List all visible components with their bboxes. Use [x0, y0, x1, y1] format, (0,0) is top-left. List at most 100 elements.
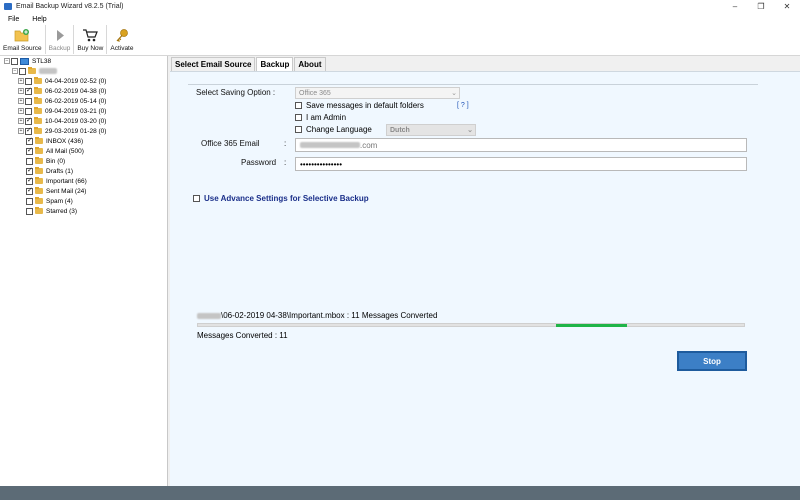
tree-account-checkbox[interactable] [19, 67, 26, 75]
mail-folder-checkbox[interactable] [26, 176, 33, 185]
advance-settings-checkbox[interactable] [193, 195, 200, 202]
change-language-option[interactable]: Change Language [295, 125, 372, 134]
computer-icon [20, 57, 29, 65]
mail-folder-item[interactable]: Spam (4) [26, 196, 73, 206]
date-folder-item[interactable]: +06-02-2019 05-14 (0) [18, 96, 106, 106]
mail-folder-checkbox[interactable] [26, 197, 33, 205]
office365-email-input[interactable]: .com [295, 138, 747, 152]
date-folder-item[interactable]: +29-03-2019 01-28 (0) [18, 126, 106, 136]
date-folder-checkbox[interactable] [25, 126, 32, 135]
toolbar: Email Source Backup Buy Now Activate [0, 25, 800, 56]
folder-icon [28, 67, 36, 74]
change-language-checkbox[interactable] [295, 126, 302, 133]
password-colon: : [284, 158, 287, 167]
account-name-redacted [39, 68, 57, 74]
expand-icon[interactable]: + [18, 88, 24, 94]
mail-folder-checkbox[interactable] [26, 157, 33, 165]
divider [188, 84, 758, 85]
tab-select-email-source[interactable]: Select Email Source [171, 57, 256, 71]
collapse-icon[interactable]: − [4, 58, 10, 64]
date-folder-item[interactable]: +04-04-2019 02-52 (0) [18, 76, 106, 86]
save-default-folders-checkbox[interactable] [295, 102, 302, 109]
i-am-admin-option[interactable]: I am Admin [295, 113, 346, 122]
date-folder-checkbox[interactable] [25, 77, 32, 85]
key-icon [114, 28, 130, 43]
mail-folder-item[interactable]: Starred (3) [26, 206, 77, 216]
expand-icon[interactable]: + [18, 78, 24, 84]
mail-folder-item[interactable]: Drafts (1) [26, 166, 73, 176]
folder-icon [35, 187, 43, 194]
mail-folder-checkbox[interactable] [26, 146, 33, 155]
email-colon: : [284, 139, 287, 148]
collapse-icon[interactable]: − [12, 68, 18, 74]
window-controls: – ❐ ✕ [722, 0, 800, 13]
date-folder-checkbox[interactable] [25, 97, 32, 105]
stop-button[interactable]: Stop [677, 351, 747, 371]
expand-icon[interactable]: + [18, 128, 24, 134]
mail-folder-label: Drafts (1) [46, 167, 74, 175]
date-folder-item[interactable]: +09-04-2019 03-21 (0) [18, 106, 106, 116]
email-source-label: Email Source [3, 45, 42, 52]
date-folder-item[interactable]: +06-02-2019 04-38 (0) [18, 86, 106, 96]
help-link[interactable]: [ ? ] [457, 102, 469, 109]
backup-button[interactable]: Backup [46, 25, 75, 54]
expand-icon[interactable]: + [18, 108, 24, 114]
minimize-button[interactable]: – [722, 0, 748, 13]
app-icon [4, 3, 12, 10]
folder-add-icon [14, 28, 30, 43]
advance-settings-option[interactable]: Use Advance Settings for Selective Backu… [193, 194, 369, 203]
email-source-button[interactable]: Email Source [0, 25, 46, 54]
language-select[interactable]: Dutch ⌄ [386, 124, 476, 136]
play-icon [52, 28, 68, 43]
password-label: Password [241, 158, 277, 167]
activate-button[interactable]: Activate [107, 25, 136, 54]
tab-backup[interactable]: Backup [256, 57, 294, 71]
folder-icon [34, 77, 42, 84]
progress-bar [197, 323, 745, 327]
cart-icon [82, 28, 99, 43]
mail-folder-item[interactable]: INBOX (436) [26, 136, 83, 146]
mail-folder-item[interactable]: Sent Mail (24) [26, 186, 86, 196]
saving-option-select[interactable]: Office 365 ⌄ [295, 87, 460, 99]
menu-help[interactable]: Help [24, 16, 51, 23]
tree-account[interactable]: − [12, 66, 57, 76]
tab-about[interactable]: About [294, 57, 326, 71]
tree-root-label: STL38 [32, 57, 52, 65]
saving-option-label: Select Saving Option : [196, 88, 276, 97]
email-suffix: .com [360, 140, 378, 150]
expand-icon[interactable]: + [18, 98, 24, 104]
progress-fill [556, 324, 627, 327]
mail-folder-label: All Mail (500) [46, 147, 84, 155]
folder-icon [35, 147, 43, 154]
folder-icon [34, 87, 42, 94]
date-folder-label: 06-02-2019 05-14 (0) [45, 97, 107, 105]
tab-strip: Select Email Source Backup About [171, 57, 327, 71]
mail-folder-checkbox[interactable] [26, 136, 33, 145]
mail-folder-item[interactable]: Bin (0) [26, 156, 65, 166]
mail-folder-item[interactable]: All Mail (500) [26, 146, 84, 156]
save-default-folders-option[interactable]: Save messages in default folders [295, 101, 424, 110]
password-input[interactable]: ••••••••••••••• [295, 157, 747, 171]
date-folder-checkbox[interactable] [25, 86, 32, 95]
date-folder-checkbox[interactable] [25, 116, 32, 125]
buy-now-button[interactable]: Buy Now [74, 25, 108, 54]
close-button[interactable]: ✕ [774, 0, 800, 13]
mail-folder-checkbox[interactable] [26, 166, 33, 175]
folder-icon [34, 97, 42, 104]
tree-root[interactable]: − STL38 [4, 56, 51, 66]
tree-root-checkbox[interactable] [11, 57, 18, 65]
menu-file[interactable]: File [0, 16, 24, 23]
date-folder-label: 09-04-2019 03-21 (0) [45, 107, 107, 115]
mail-folder-checkbox[interactable] [26, 186, 33, 195]
date-folder-item[interactable]: +10-04-2019 03-20 (0) [18, 116, 106, 126]
mail-folder-label: Sent Mail (24) [46, 187, 87, 195]
restore-button[interactable]: ❐ [748, 0, 774, 13]
folder-icon [35, 197, 43, 204]
mail-folder-item[interactable]: Important (66) [26, 176, 87, 186]
i-am-admin-checkbox[interactable] [295, 114, 302, 121]
save-default-folders-label: Save messages in default folders [306, 101, 424, 110]
password-value: ••••••••••••••• [300, 159, 343, 169]
mail-folder-checkbox[interactable] [26, 207, 33, 215]
date-folder-checkbox[interactable] [25, 107, 32, 115]
expand-icon[interactable]: + [18, 118, 24, 124]
